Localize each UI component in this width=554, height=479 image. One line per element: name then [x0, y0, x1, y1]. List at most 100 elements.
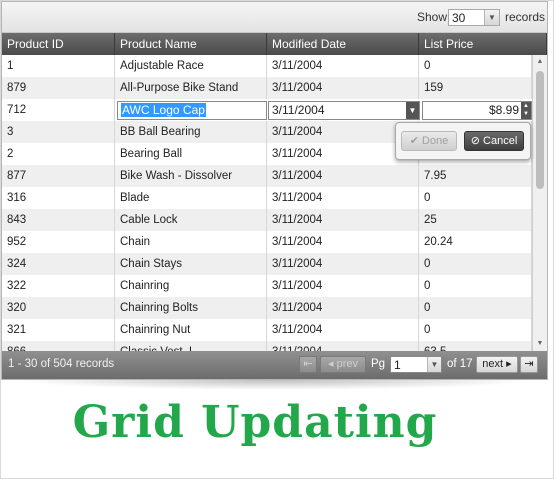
next-page-button[interactable]: next ▸ — [476, 356, 518, 373]
cell-list-price: 0 — [419, 253, 532, 275]
cell-list-price: 25 — [419, 209, 532, 231]
cell-modified-date: 3/11/2004 — [267, 165, 419, 187]
cell-product-name: Chainring Bolts — [115, 297, 267, 319]
page-label: Pg — [371, 358, 386, 370]
cell-product-id: 1 — [2, 55, 115, 77]
cell-modified-date: 3/11/2004 — [267, 209, 419, 231]
page-title: Grid Updating — [72, 397, 438, 448]
cell-product-name: Classic Vest, L — [115, 341, 267, 351]
grid-shadow — [10, 380, 540, 390]
cell-product-id: 321 — [2, 319, 115, 341]
next-label: next — [482, 358, 504, 370]
prev-icon: ◂ — [328, 358, 334, 370]
price-spinner[interactable]: ▲ ▼ — [521, 102, 531, 119]
table-row[interactable]: 324 Chain Stays 3/11/2004 0 — [2, 253, 532, 275]
cancel-label: Cancel — [483, 135, 518, 147]
vertical-scrollbar[interactable]: ▲ ▼ — [532, 55, 547, 351]
cell-product-name: All-Purpose Bike Stand — [115, 77, 267, 99]
page-size-value: 30 — [452, 11, 466, 25]
modified-date-picker[interactable]: 3/11/2004 ▼ — [268, 101, 420, 120]
increment-icon[interactable]: ▲ — [521, 102, 531, 110]
last-page-button[interactable]: ⇥ — [520, 356, 538, 373]
cell-product-id: 877 — [2, 165, 115, 187]
table-row[interactable]: 322 Chainring 3/11/2004 0 — [2, 275, 532, 297]
table-row[interactable]: 320 Chainring Bolts 3/11/2004 0 — [2, 297, 532, 319]
table-row[interactable]: 321 Chainring Nut 3/11/2004 0 — [2, 319, 532, 341]
cell-product-name: Chainring — [115, 275, 267, 297]
cell-list-price: 0 — [419, 55, 532, 77]
cell-modified-date: 3/11/2004 — [267, 275, 419, 297]
header-product-name[interactable]: Product Name — [115, 33, 267, 55]
table-row[interactable]: 866Classic Vest, L3/11/200463.5 — [2, 341, 532, 351]
done-label: Done — [421, 135, 449, 147]
prev-page-button[interactable]: ◂ prev — [320, 356, 366, 373]
chevron-down-icon[interactable]: ▼ — [484, 10, 499, 25]
table-row[interactable]: 1 Adjustable Race 3/11/2004 0 — [2, 55, 532, 77]
cell-product-id: 3 — [2, 121, 115, 143]
grid-header: Product ID Product Name Modified Date Li… — [2, 33, 547, 55]
cell-list-price: 63.5 — [419, 341, 532, 351]
table-row[interactable]: 843 Cable Lock 3/11/2004 25 — [2, 209, 532, 231]
product-name-input[interactable]: AWC Logo Cap — [117, 101, 267, 120]
cell-product-id: 2 — [2, 143, 115, 165]
cell-list-price: 0 — [419, 275, 532, 297]
first-page-button[interactable]: ⇤ — [299, 356, 317, 373]
cell-product-name: Blade — [115, 187, 267, 209]
cell-list-price: 20.24 — [419, 231, 532, 253]
calendar-dropdown-icon[interactable]: ▼ — [406, 102, 419, 119]
cell-product-name: Bike Wash - Dissolver — [115, 165, 267, 187]
cell-product-id: 843 — [2, 209, 115, 231]
records-label: records — [505, 10, 546, 24]
cell-product-name: Cable Lock — [115, 209, 267, 231]
cell-list-price: 159 — [419, 77, 532, 99]
cell-product-id: 320 — [2, 297, 115, 319]
table-row[interactable]: 877 Bike Wash - Dissolver 3/11/2004 7.95 — [2, 165, 532, 187]
cell-product-name: Chainring Nut — [115, 319, 267, 341]
cancel-icon: ⊘ — [470, 135, 480, 147]
page-size-select[interactable]: 30 ▼ — [448, 9, 500, 26]
grid-body: 1 Adjustable Race 3/11/2004 0 879 All-Purpose… — [2, 55, 532, 351]
cell-list-price: 0 — [419, 187, 532, 209]
cancel-button[interactable]: ⊘ Cancel — [464, 131, 524, 151]
cell-modified-date: 3/11/2004 — [267, 231, 419, 253]
cell-list-price: 0 — [419, 297, 532, 319]
cell-product-id: 316 — [2, 187, 115, 209]
cell-product-id: 879 — [2, 77, 115, 99]
grid-toolbar: Show 30 ▼ records — [2, 2, 547, 33]
cell-modified-date: 3/11/2004 — [267, 253, 419, 275]
grid-footer: 1 - 30 of 504 records ⇤ ◂ prev Pg 1 ▼ of… — [2, 351, 547, 379]
records-info: 1 - 30 of 504 records — [8, 358, 115, 370]
cell-modified-date: 3/11/2004 — [267, 187, 419, 209]
cell-modified-date: 3/11/2004 — [267, 297, 419, 319]
done-button[interactable]: ✔ Done — [401, 131, 457, 151]
header-product-id[interactable]: Product ID — [2, 33, 115, 55]
page-number-value: 1 — [394, 358, 401, 372]
product-name-value: AWC Logo Cap — [121, 103, 206, 117]
scroll-down-icon[interactable]: ▼ — [535, 339, 545, 349]
scroll-up-icon[interactable]: ▲ — [535, 57, 545, 67]
decrement-icon[interactable]: ▼ — [521, 110, 531, 118]
header-list-price[interactable]: List Price — [419, 33, 547, 55]
table-row[interactable]: 879 All-Purpose Bike Stand 3/11/2004 159 — [2, 77, 532, 99]
prev-label: prev — [336, 358, 358, 370]
chevron-down-icon[interactable]: ▼ — [427, 357, 441, 372]
table-row[interactable]: 712 AWC Logo Cap 3/11/2004 ▼ $8.99 ▲ ▼ — [2, 99, 532, 121]
last-page-icon: ⇥ — [524, 358, 534, 370]
cell-product-id: 322 — [2, 275, 115, 297]
cell-product-id: 952 — [2, 231, 115, 253]
cell-modified-date: 3/11/2004 — [267, 319, 419, 341]
next-icon: ▸ — [506, 358, 512, 370]
table-row[interactable]: 952 Chain 3/11/2004 20.24 — [2, 231, 532, 253]
list-price-input[interactable]: $8.99 ▲ ▼ — [422, 101, 532, 120]
cell-product-id: 324 — [2, 253, 115, 275]
header-modified-date[interactable]: Modified Date — [267, 33, 419, 55]
page-number-select[interactable]: 1 ▼ — [390, 356, 442, 373]
first-page-icon: ⇤ — [303, 358, 313, 370]
show-label: Show — [417, 10, 448, 24]
table-row[interactable]: 316 Blade 3/11/2004 0 — [2, 187, 532, 209]
page-count: of 17 — [447, 358, 473, 370]
modified-date-value: 3/11/2004 — [272, 103, 325, 117]
cell-modified-date: 3/11/2004 — [267, 341, 419, 351]
cell-product-name: Chain — [115, 231, 267, 253]
scroll-thumb[interactable] — [536, 71, 544, 189]
